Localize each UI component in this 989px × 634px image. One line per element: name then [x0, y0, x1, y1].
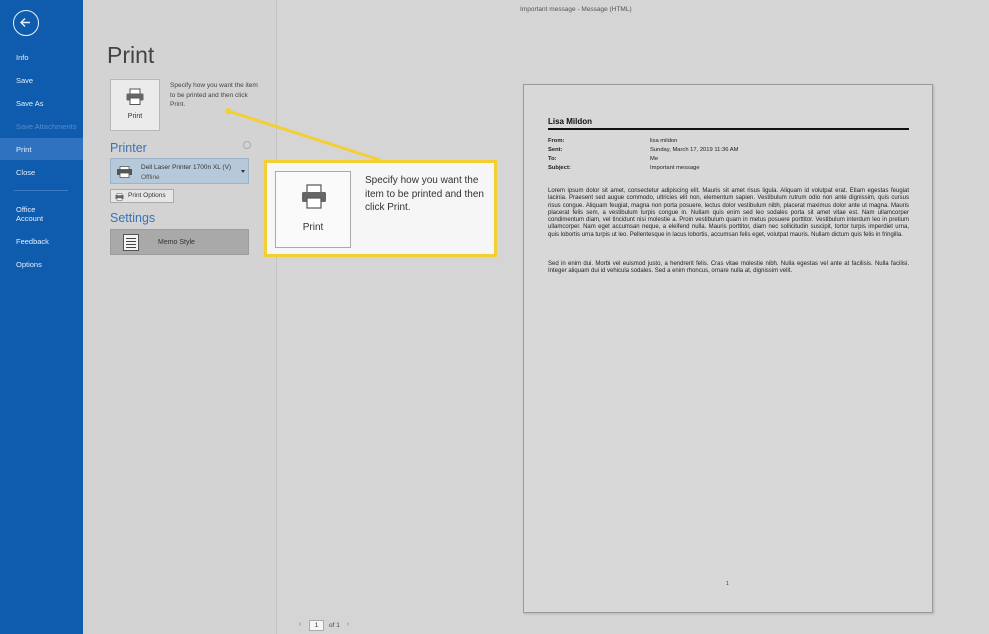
chevron-down-icon: [241, 170, 245, 173]
nav-save-attachments: Save Attachments: [16, 122, 77, 131]
callout-text: Specify how you want the item to be prin…: [365, 175, 484, 213]
settings-heading: Settings: [110, 211, 156, 225]
memo-style-icon: [123, 234, 139, 251]
nav-print[interactable]: Print: [0, 138, 83, 160]
print-button[interactable]: Print: [110, 79, 160, 131]
window-title: Important message - Message (HTML): [520, 6, 632, 13]
page-title: Print: [107, 42, 155, 68]
preview-body-paragraph: Sed in enim dui. Morbi vel euismod justo…: [548, 261, 909, 275]
page-number-input[interactable]: 1: [309, 620, 324, 631]
nav-save[interactable]: Save: [0, 76, 83, 85]
callout-box: Print Specify how you want the item to b…: [264, 160, 497, 257]
backstage-sidebar: Info Save Save As Save Attachments Print…: [0, 0, 83, 634]
printer-icon: [126, 88, 144, 105]
header-key: To:: [548, 156, 557, 162]
preview-divider: [548, 128, 909, 130]
nav-info[interactable]: Info: [0, 53, 83, 62]
options-icon: [115, 193, 124, 201]
print-preview-page: Lisa Mildon From: lisa mildon Sent: Sund…: [523, 84, 933, 613]
print-options-button[interactable]: Print Options: [110, 189, 174, 203]
printer-device-icon: [117, 166, 132, 178]
callout-print-button: Print: [275, 171, 351, 248]
nav-options[interactable]: Options: [0, 260, 83, 269]
nav-office-account[interactable]: Office Account: [0, 205, 60, 223]
memo-style-label: Memo Style: [158, 239, 195, 246]
header-value: lisa mildon: [650, 138, 678, 144]
printer-heading: Printer: [110, 141, 147, 155]
header-value: Important message: [650, 165, 700, 171]
callout-print-label: Print: [302, 222, 324, 233]
printer-status: Offline: [141, 174, 160, 181]
header-value: Me: [650, 156, 659, 162]
print-description: Specify how you want the item to be prin…: [170, 82, 258, 108]
print-options-label: Print Options: [128, 192, 166, 199]
printer-dropdown[interactable]: Dell Laser Printer 1700n XL (V) Offline: [110, 158, 249, 184]
printer-icon: [302, 184, 326, 209]
preview-sender: Lisa Mildon: [548, 117, 592, 126]
next-page-icon[interactable]: ›: [347, 621, 349, 628]
header-key: Sent:: [548, 147, 563, 153]
page-total-label: of 1: [329, 622, 340, 629]
info-icon[interactable]: [243, 141, 251, 149]
nav-close[interactable]: Close: [0, 168, 83, 177]
back-arrow-icon: [20, 18, 30, 27]
memo-style-option[interactable]: Memo Style: [110, 229, 249, 255]
printer-name: Dell Laser Printer 1700n XL (V): [141, 164, 232, 171]
preview-body-paragraph: Lorem ipsum dolor sit amet, consectetur …: [548, 188, 909, 238]
print-button-label: Print: [127, 113, 143, 120]
nav-separator: [14, 190, 68, 191]
header-key: Subject:: [548, 165, 571, 171]
header-key: From:: [548, 138, 565, 144]
nav-save-as[interactable]: Save As: [0, 99, 83, 108]
previous-page-icon[interactable]: ‹: [299, 621, 301, 628]
back-button[interactable]: [13, 10, 39, 36]
nav-feedback[interactable]: Feedback: [0, 237, 83, 246]
header-value: Sunday, March 17, 2019 11:36 AM: [650, 147, 739, 153]
preview-page-number: 1: [726, 581, 729, 587]
